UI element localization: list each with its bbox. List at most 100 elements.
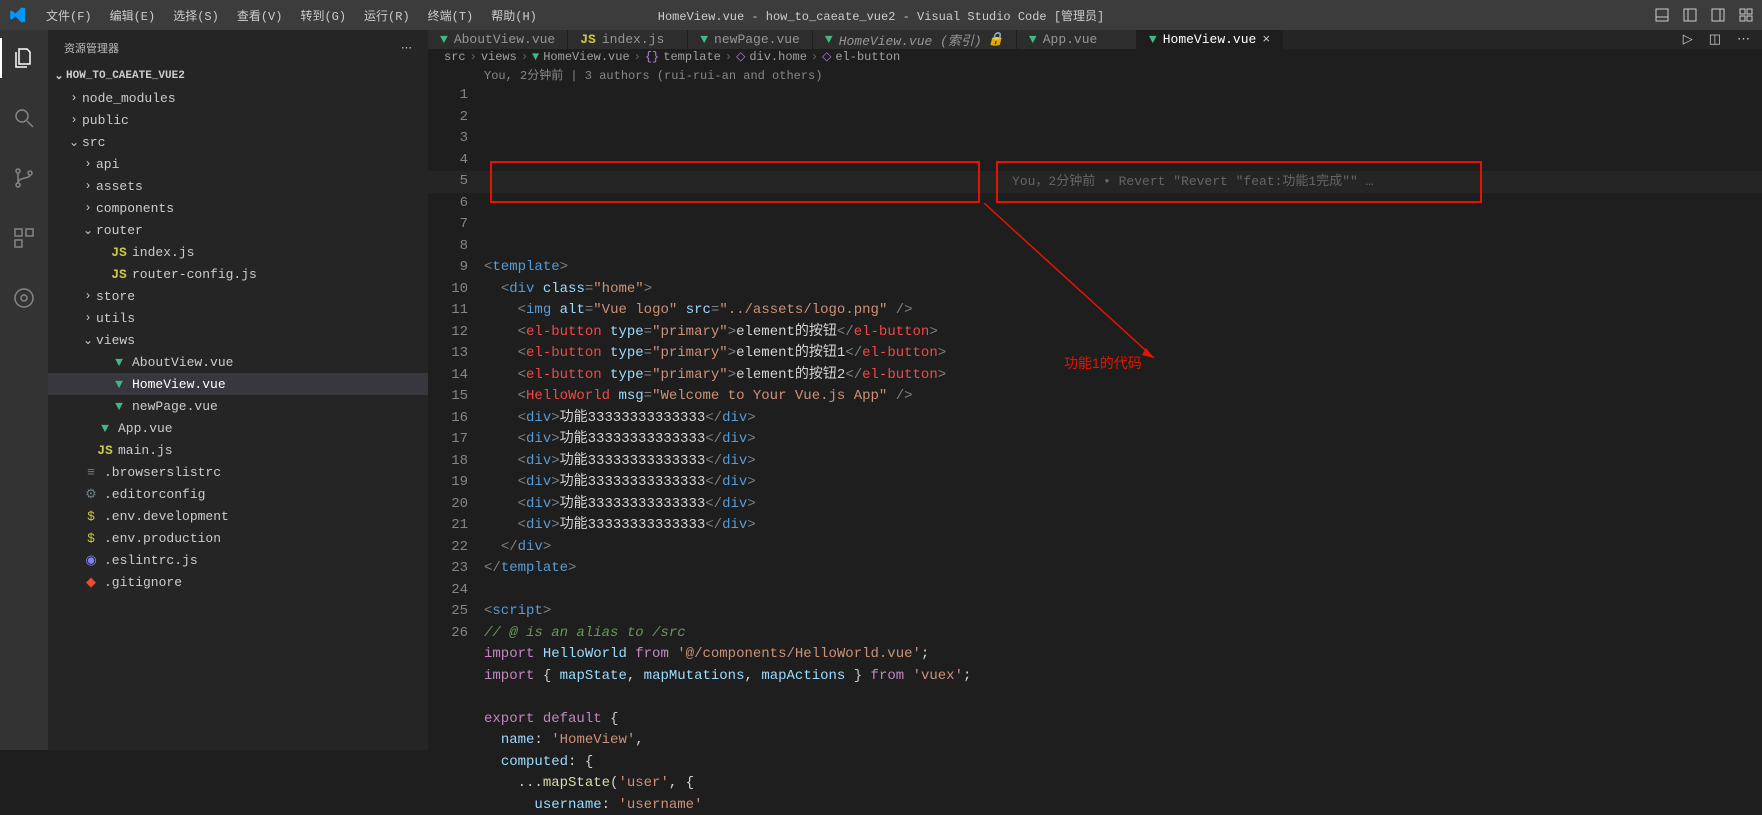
run-icon[interactable]: ▷ [1683,32,1693,47]
tab-HomeView.vue (索引)[interactable]: ▼HomeView.vue (索引)🔒 [813,30,1017,49]
code-line-13[interactable]: <div>功能33333333333333</div> [484,515,1762,537]
code-line-7[interactable]: <HelloWorld msg="Welcome to Your Vue.js … [484,386,1762,408]
folder-section-header[interactable]: ⌄ HOW_TO_CAEATE_VUE2 [48,65,428,87]
code-line-18[interactable]: // @ is an alias to /src [484,623,1762,645]
menu-运行(R)[interactable]: 运行(R) [356,3,418,28]
annotation-label: 功能1的代码 [1064,353,1142,375]
layout-side-left-icon[interactable] [1682,7,1698,23]
code-line-26[interactable]: username: 'username' [484,795,1762,815]
label: src [82,135,105,150]
code-line-3[interactable]: <img alt="Vue logo" src="../assets/logo.… [484,300,1762,322]
activity-search[interactable] [0,98,48,138]
code-line-19[interactable]: import HelloWorld from '@/components/Hel… [484,644,1762,666]
titlebar-layout-controls [1654,7,1754,23]
tab-newPage.vue[interactable]: ▼newPage.vue [688,30,813,49]
menu-帮助(H)[interactable]: 帮助(H) [483,3,545,28]
tree-item-.browserslistrc[interactable]: ≡.browserslistrc [48,461,428,483]
tab-index.js[interactable]: JSindex.js [568,30,688,49]
code-line-25[interactable]: ...mapState('user', { [484,773,1762,795]
code-line-12[interactable]: <div>功能33333333333333</div> [484,494,1762,516]
tree-item-.env.production[interactable]: $.env.production [48,527,428,549]
code-line-11[interactable]: <div>功能33333333333333</div> [484,472,1762,494]
split-icon[interactable]: ◫ [1709,32,1721,47]
code-editor[interactable]: 1234567891011121314151617181920212223242… [428,85,1762,815]
code-line-1[interactable]: <template> [484,257,1762,279]
more-icon[interactable]: ⋯ [1737,32,1750,47]
activity-gitlens[interactable] [0,278,48,318]
label: views [96,333,135,348]
sidebar-more-icon[interactable]: ⋯ [401,41,412,55]
tree-item-views[interactable]: ⌄views [48,329,428,351]
tree-item-newPage.vue[interactable]: ▼newPage.vue [48,395,428,417]
code-line-17[interactable]: <script> [484,601,1762,623]
code-line-4[interactable]: <el-button type="primary">element的按钮</el… [484,322,1762,344]
menu-转到(G)[interactable]: 转到(G) [292,3,354,28]
tree-item-.gitignore[interactable]: ◆.gitignore [48,571,428,593]
breadcrumb-item[interactable]: ◇ div.home [736,49,807,64]
tree-item-components[interactable]: ›components [48,197,428,219]
code-line-16[interactable] [484,580,1762,602]
tree-item-.eslintrc.js[interactable]: ◉.eslintrc.js [48,549,428,571]
breadcrumb-item[interactable]: src [444,50,466,64]
tree-item-main.js[interactable]: JSmain.js [48,439,428,461]
editor-area: ▼AboutView.vueJSindex.js▼newPage.vue▼Hom… [428,30,1762,750]
menu-编辑(E)[interactable]: 编辑(E) [102,3,164,28]
code-line-20[interactable]: import { mapState, mapMutations, mapActi… [484,666,1762,688]
tree-item-node_modules[interactable]: ›node_modules [48,87,428,109]
tree-item-.env.development[interactable]: $.env.development [48,505,428,527]
code-content[interactable]: You，2分钟前 • Revert "Revert "feat:功能1完成"" … [484,85,1762,815]
tree-item-utils[interactable]: ›utils [48,307,428,329]
close-icon[interactable]: × [1262,32,1270,47]
tree-item-.editorconfig[interactable]: ⚙.editorconfig [48,483,428,505]
tree-item-App.vue[interactable]: ▼App.vue [48,417,428,439]
label: .browserslistrc [104,465,221,480]
activity-scm[interactable] [0,158,48,198]
tree-item-router[interactable]: ⌄router [48,219,428,241]
label: main.js [118,443,173,458]
label: router [96,223,143,238]
code-line-22[interactable]: export default { [484,709,1762,731]
files-icon [12,46,36,70]
code-line-8[interactable]: <div>功能33333333333333</div> [484,408,1762,430]
vue-icon: ▼ [440,32,448,47]
breadcrumb: src› views›▼ HomeView.vue›{} template›◇ … [428,49,1762,64]
tree-item-store[interactable]: ›store [48,285,428,307]
code-line-15[interactable]: </template> [484,558,1762,580]
tree-item-src[interactable]: ⌄src [48,131,428,153]
menu-终端(T)[interactable]: 终端(T) [420,3,482,28]
vue-icon: ▼ [1029,32,1037,47]
code-line-2[interactable]: <div class="home"> [484,279,1762,301]
tree-item-AboutView.vue[interactable]: ▼AboutView.vue [48,351,428,373]
activity-extensions[interactable] [0,218,48,258]
customize-layout-icon[interactable] [1738,7,1754,23]
breadcrumb-item[interactable]: {} template [645,50,721,64]
tree-item-index.js[interactable]: JSindex.js [48,241,428,263]
chevron-icon: ⌄ [80,223,96,238]
tab-HomeView.vue[interactable]: ▼HomeView.vue× [1137,30,1283,49]
tab-App.vue[interactable]: ▼App.vue [1017,30,1137,49]
label: .env.production [104,531,221,546]
code-line-21[interactable] [484,687,1762,709]
menu-文件(F)[interactable]: 文件(F) [38,3,100,28]
menu-选择(S)[interactable]: 选择(S) [165,3,227,28]
tab-AboutView.vue[interactable]: ▼AboutView.vue [428,30,568,49]
tree-item-api[interactable]: ›api [48,153,428,175]
tree-item-assets[interactable]: ›assets [48,175,428,197]
tab-label: HomeView.vue (索引) [839,30,982,49]
activity-explorer[interactable] [0,38,48,78]
breadcrumb-item[interactable]: ◇ el-button [822,49,900,64]
label: .eslintrc.js [104,553,198,568]
layout-side-right-icon[interactable] [1710,7,1726,23]
breadcrumb-item[interactable]: views [481,50,517,64]
code-line-24[interactable]: computed: { [484,752,1762,774]
code-line-10[interactable]: <div>功能33333333333333</div> [484,451,1762,473]
tree-item-HomeView.vue[interactable]: ▼HomeView.vue [48,373,428,395]
tree-item-router-config.js[interactable]: JSrouter-config.js [48,263,428,285]
tree-item-public[interactable]: ›public [48,109,428,131]
code-line-14[interactable]: </div> [484,537,1762,559]
code-line-23[interactable]: name: 'HomeView', [484,730,1762,752]
breadcrumb-item[interactable]: ▼ HomeView.vue [532,50,630,64]
layout-panel-icon[interactable] [1654,7,1670,23]
code-line-9[interactable]: <div>功能33333333333333</div> [484,429,1762,451]
menu-查看(V)[interactable]: 查看(V) [229,3,291,28]
